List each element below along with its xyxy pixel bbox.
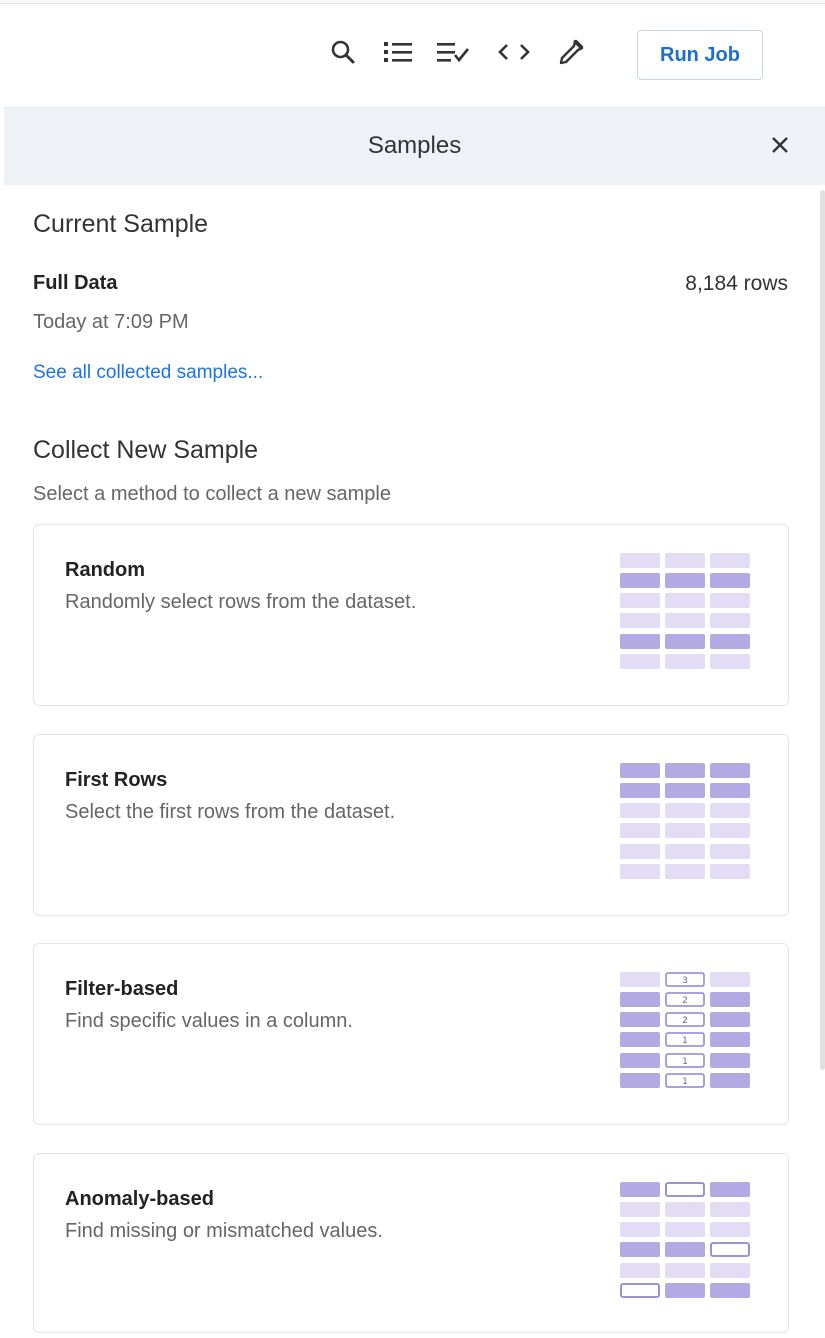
method-title: Anomaly-based [65,1188,214,1210]
samples-panel-header: Samples [4,107,825,185]
sample-timestamp: Today at 7:09 PM [33,311,189,333]
method-description: Select the first rows from the dataset. [65,801,396,823]
search-icon[interactable] [325,34,361,70]
sample-row-count: 8,184 rows [685,272,788,295]
list-icon[interactable] [380,34,416,70]
panel-title: Samples [367,132,462,159]
random-sample-illustration [620,553,750,669]
list-check-icon[interactable] [435,34,471,70]
close-icon[interactable] [763,128,797,162]
eyedropper-icon[interactable] [553,34,589,70]
method-card-first-rows[interactable]: First Rows Select the first rows from th… [33,734,789,916]
anomaly-based-illustration [620,1182,750,1298]
method-title: Filter-based [65,978,179,1000]
filter-count-label: 1 [682,1077,688,1087]
collect-new-sample-subtitle: Select a method to collect a new sample [33,483,391,505]
method-card-anomaly-based[interactable]: Anomaly-based Find missing or mismatched… [33,1153,789,1333]
filter-count-label: 1 [682,1057,688,1067]
filter-count-label: 2 [682,996,688,1006]
scrollbar[interactable] [820,190,825,1070]
sample-name: Full Data [33,272,118,294]
filter-based-illustration: 3 2 2 1 1 1 [620,972,750,1088]
run-job-button[interactable]: Run Job [637,30,763,80]
method-card-random[interactable]: Random Randomly select rows from the dat… [33,524,789,706]
code-icon[interactable] [496,34,532,70]
method-title: First Rows [65,769,168,791]
current-sample-heading: Current Sample [33,210,209,238]
filter-count-label: 3 [682,976,688,986]
top-strip [0,0,825,4]
filter-count-label: 1 [682,1036,688,1046]
method-title: Random [65,559,145,581]
method-card-filter-based[interactable]: Filter-based Find specific values in a c… [33,943,789,1125]
method-description: Find specific values in a column. [65,1010,353,1032]
collect-new-sample-heading: Collect New Sample [33,436,259,464]
method-description: Find missing or mismatched values. [65,1220,383,1242]
method-description: Randomly select rows from the dataset. [65,591,417,613]
see-all-samples-link[interactable]: See all collected samples... [33,362,263,384]
filter-count-label: 2 [682,1016,688,1026]
toolbar: Run Job [0,22,825,86]
first-rows-illustration [620,763,750,879]
